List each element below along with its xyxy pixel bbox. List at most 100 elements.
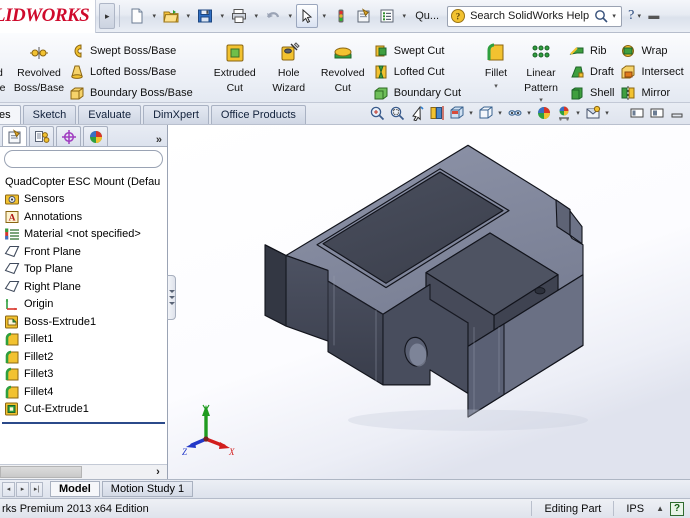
fillet-button[interactable]: Fillet ▾ [476, 37, 516, 90]
wrap-button[interactable]: Wrap [617, 40, 686, 61]
tree-item-top-plane[interactable]: Top Plane [2, 261, 167, 279]
save-document-caret-icon[interactable]: ▾ [217, 5, 227, 27]
previous-view-icon[interactable] [407, 104, 426, 123]
feature-manager-tab[interactable] [2, 126, 27, 146]
tab-features[interactable]: es [0, 105, 21, 124]
quadcopter-esc-mount-part[interactable] [168, 125, 690, 479]
help-search-box[interactable]: ? Search SolidWorks Help ▾ [447, 5, 623, 27]
feature-manager-more-icon[interactable]: » [156, 134, 167, 146]
tree-item-cut-extrude1[interactable]: Cut-Extrude1 [2, 401, 167, 419]
rebuild-button[interactable] [330, 4, 352, 28]
maximize-window-icon[interactable] [647, 104, 666, 123]
solidworks-logo[interactable]: LIDWORKS [0, 0, 97, 33]
new-document-caret-icon[interactable]: ▾ [149, 5, 159, 27]
graphics-viewport[interactable]: X Z [168, 125, 690, 479]
help-caret-icon[interactable]: ▾ [634, 5, 644, 27]
shell-button[interactable]: Shell [566, 82, 617, 102]
minimize-window-icon[interactable] [667, 104, 686, 123]
tab-office-products[interactable]: Office Products [210, 105, 306, 124]
undo-button[interactable] [262, 4, 284, 28]
tree-item-fillet2[interactable]: Fillet2 [2, 348, 167, 366]
new-document-button[interactable] [126, 4, 148, 28]
extruded-cut-button[interactable]: Extruded Cut [208, 37, 262, 94]
apply-scene-icon[interactable] [554, 104, 573, 123]
rollback-bar[interactable] [2, 422, 165, 424]
feature-tree-horizontal-scrollbar[interactable]: › [0, 464, 167, 479]
print-document-caret-icon[interactable]: ▾ [251, 5, 261, 27]
bottom-tab-motion-study-1[interactable]: Motion Study 1 [101, 481, 194, 497]
help-search-caret-icon[interactable]: ▾ [609, 5, 619, 27]
linear-pattern-button[interactable]: Linear Pattern ▾ [516, 37, 566, 102]
view-settings-caret-icon[interactable]: ▾ [603, 109, 611, 117]
select-tool-caret-icon[interactable]: ▾ [319, 5, 329, 27]
display-manager-tab[interactable] [83, 126, 108, 146]
section-view-icon[interactable] [427, 104, 446, 123]
options-caret-icon[interactable]: ▾ [399, 5, 409, 27]
hole-wizard-button[interactable]: Hole Wizard [262, 37, 316, 94]
fillet-caret-icon[interactable]: ▾ [476, 82, 516, 90]
select-tool-button[interactable] [296, 4, 319, 28]
view-orientation-icon[interactable] [447, 104, 466, 123]
undo-caret-icon[interactable]: ▾ [285, 5, 295, 27]
view-orientation-caret-icon[interactable]: ▾ [467, 109, 475, 117]
panel-splitter-handle[interactable] [167, 275, 176, 320]
hide-show-caret-icon[interactable]: ▾ [525, 109, 533, 117]
hide-show-items-icon[interactable] [505, 104, 524, 123]
revolved-boss-base-button[interactable]: Revolved Boss/Base [12, 37, 66, 94]
menu-expand-button[interactable]: ▸ [99, 3, 116, 29]
tree-item-sensors[interactable]: Sensors [2, 191, 167, 209]
tab-dimxpert[interactable]: DimXpert [143, 105, 209, 124]
tree-item-fillet3[interactable]: Fillet3 [2, 366, 167, 384]
swept-cut-button[interactable]: Swept Cut [370, 40, 464, 61]
edit-appearance-icon[interactable] [534, 104, 553, 123]
tree-item-fillet4[interactable]: Fillet4 [2, 383, 167, 401]
lofted-boss-base-button[interactable]: Lofted Boss/Base [66, 61, 196, 82]
tree-item-fillet1[interactable]: Fillet1 [2, 331, 167, 349]
scroll-right-button[interactable]: › [151, 465, 165, 479]
feature-filter-input[interactable] [4, 150, 163, 168]
save-document-button[interactable] [194, 4, 216, 28]
open-document-caret-icon[interactable]: ▾ [183, 5, 193, 27]
open-document-button[interactable] [160, 4, 182, 28]
tab-nav-last[interactable]: ▸| [30, 481, 43, 497]
mirror-button[interactable]: Mirror [617, 82, 686, 102]
tree-item-material[interactable]: Material <not specified> [2, 226, 167, 244]
revolved-cut-button[interactable]: Revolved Cut [316, 37, 370, 94]
display-style-caret-icon[interactable]: ▾ [496, 109, 504, 117]
tab-evaluate[interactable]: Evaluate [78, 105, 142, 124]
extruded-boss-base-button[interactable]: ed ase [0, 37, 12, 94]
tab-nav-first[interactable]: ◂ [2, 481, 15, 497]
scrollbar-thumb[interactable] [0, 466, 82, 478]
window-minimize-icon[interactable]: ▬ [648, 10, 659, 22]
boundary-cut-button[interactable]: Boundary Cut [370, 82, 464, 102]
boundary-boss-base-button[interactable]: Boundary Boss/Base [66, 82, 196, 102]
tree-item-front-plane[interactable]: Front Plane [2, 243, 167, 261]
tab-nav-next[interactable]: ▸ [16, 481, 29, 497]
intersect-button[interactable]: Intersect [617, 61, 686, 82]
swept-boss-base-button[interactable]: Swept Boss/Base [66, 40, 196, 61]
lofted-cut-button[interactable]: Lofted Cut [370, 61, 464, 82]
draft-button[interactable]: Draft [566, 61, 617, 82]
tree-item-annotations[interactable]: A Annotations [2, 208, 167, 226]
zoom-to-area-icon[interactable] [387, 104, 406, 123]
print-document-button[interactable] [228, 4, 250, 28]
tree-item-root[interactable]: QuadCopter ESC Mount (Defau [2, 173, 167, 191]
display-style-icon[interactable] [476, 104, 495, 123]
zoom-to-fit-icon[interactable] [367, 104, 386, 123]
file-properties-button[interactable] [353, 4, 375, 28]
tree-item-right-plane[interactable]: Right Plane [2, 278, 167, 296]
tree-item-origin[interactable]: Origin [2, 296, 167, 314]
options-button[interactable] [376, 4, 398, 28]
units-label[interactable]: IPS [620, 503, 650, 515]
tree-item-boss-extrude1[interactable]: Boss-Extrude1 [2, 313, 167, 331]
status-help-badge[interactable]: ? [670, 501, 684, 516]
bottom-tab-model[interactable]: Model [50, 481, 100, 497]
quick-tips-label[interactable]: Qu... [411, 10, 443, 22]
tab-sketch[interactable]: Sketch [22, 105, 77, 124]
rib-button[interactable]: Rib [566, 40, 617, 61]
restore-window-icon[interactable] [627, 104, 646, 123]
configuration-manager-tab[interactable] [56, 126, 81, 146]
apply-scene-caret-icon[interactable]: ▾ [574, 109, 582, 117]
property-manager-tab[interactable] [29, 126, 54, 146]
units-caret-icon[interactable]: ▲ [650, 504, 670, 513]
